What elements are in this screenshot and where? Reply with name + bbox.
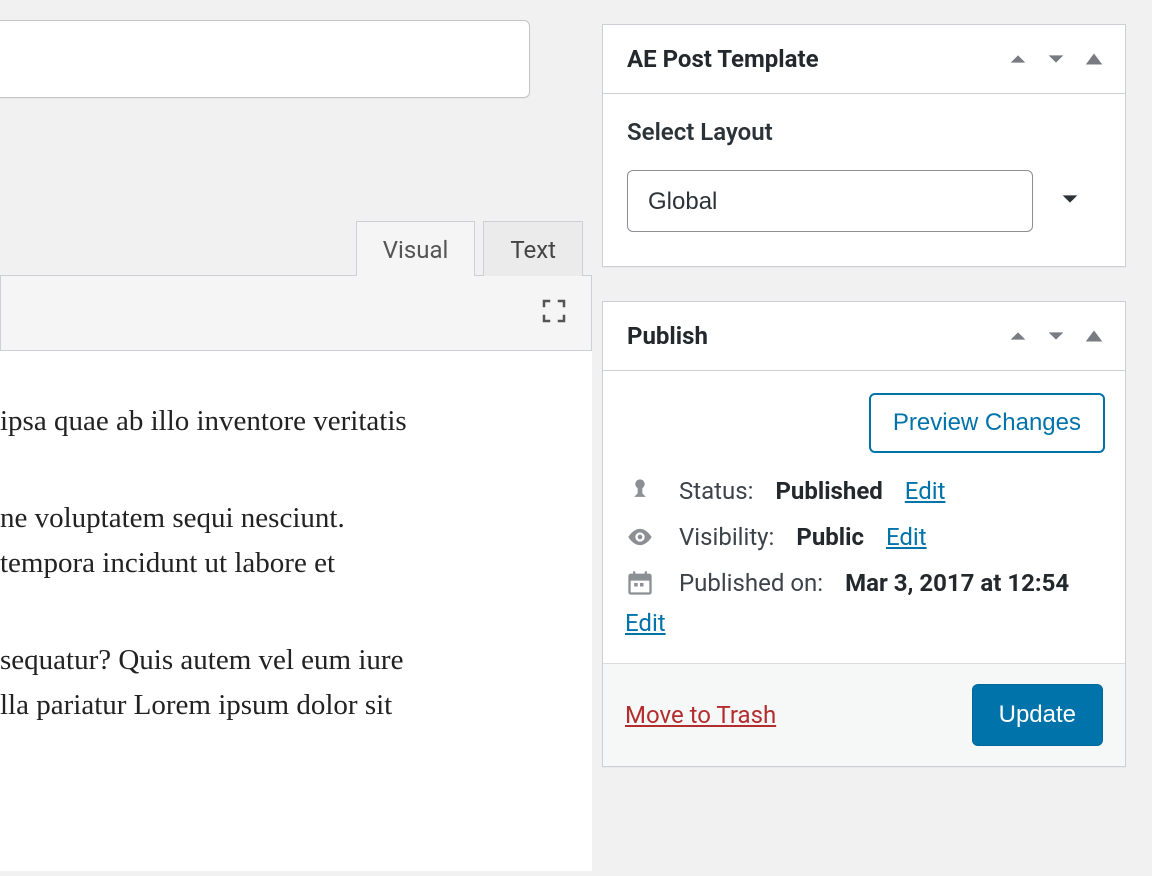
panel-toggle-icon[interactable]: [1083, 48, 1105, 70]
select-layout-label: Select Layout: [627, 118, 1101, 146]
panel-header: Publish: [603, 302, 1125, 371]
calendar-icon: [623, 569, 657, 597]
post-title-input[interactable]: [0, 20, 530, 98]
published-on-row: Published on: Mar 3, 2017 at 12:54: [623, 569, 1105, 597]
panel-move-down-icon[interactable]: [1045, 325, 1067, 347]
content-paragraph: sequatur? Quis autem vel eum iurella par…: [0, 638, 562, 728]
content-paragraph: ne voluptatem sequi nesciunt.tempora inc…: [0, 496, 562, 586]
eye-icon: [623, 523, 657, 551]
panel-move-up-icon[interactable]: [1007, 48, 1029, 70]
chevron-down-icon: [1059, 188, 1081, 214]
published-on-label: Published on:: [679, 569, 823, 597]
select-layout-dropdown[interactable]: Global: [627, 170, 1033, 232]
publish-footer: Move to Trash Update: [603, 663, 1125, 766]
status-row: Status: Published Edit: [623, 477, 1105, 505]
update-button[interactable]: Update: [972, 684, 1103, 746]
visibility-edit-link[interactable]: Edit: [886, 523, 927, 551]
panel-header: AE Post Template: [603, 25, 1125, 94]
panel-move-up-icon[interactable]: [1007, 325, 1029, 347]
editor-toolbar: [0, 275, 592, 351]
tab-visual[interactable]: Visual: [356, 221, 476, 276]
tab-visual-label: Visual: [383, 236, 449, 264]
content-paragraph: ipsa quae ab illo inventore veritatis: [0, 399, 562, 444]
pin-icon: [623, 477, 657, 505]
tab-text[interactable]: Text: [483, 221, 583, 276]
panel-title: Publish: [627, 322, 708, 350]
editor: Visual Text ipsa quae ab illo inventore …: [0, 220, 592, 871]
published-on-value: Mar 3, 2017 at 12:54: [845, 569, 1069, 597]
panel-move-down-icon[interactable]: [1045, 48, 1067, 70]
move-to-trash-link[interactable]: Move to Trash: [625, 701, 776, 729]
visibility-row: Visibility: Public Edit: [623, 523, 1105, 551]
status-value: Published: [775, 477, 882, 505]
preview-changes-button[interactable]: Preview Changes: [869, 393, 1105, 453]
editor-tabs: Visual Text: [0, 220, 592, 275]
panel-toggle-icon[interactable]: [1083, 325, 1105, 347]
status-edit-link[interactable]: Edit: [905, 477, 946, 505]
panel-title: AE Post Template: [627, 45, 819, 73]
fullscreen-icon[interactable]: [539, 296, 569, 330]
panel-publish: Publish Preview Changes Status: Publishe…: [602, 301, 1126, 767]
visibility-label: Visibility:: [679, 523, 774, 551]
tab-text-label: Text: [510, 236, 556, 264]
status-label: Status:: [679, 477, 753, 505]
visibility-value: Public: [796, 523, 864, 551]
published-on-edit-link[interactable]: Edit: [625, 609, 666, 637]
editor-content[interactable]: ipsa quae ab illo inventore veritatis ne…: [0, 351, 592, 871]
panel-ae-post-template: AE Post Template Select Layout Global: [602, 24, 1126, 267]
